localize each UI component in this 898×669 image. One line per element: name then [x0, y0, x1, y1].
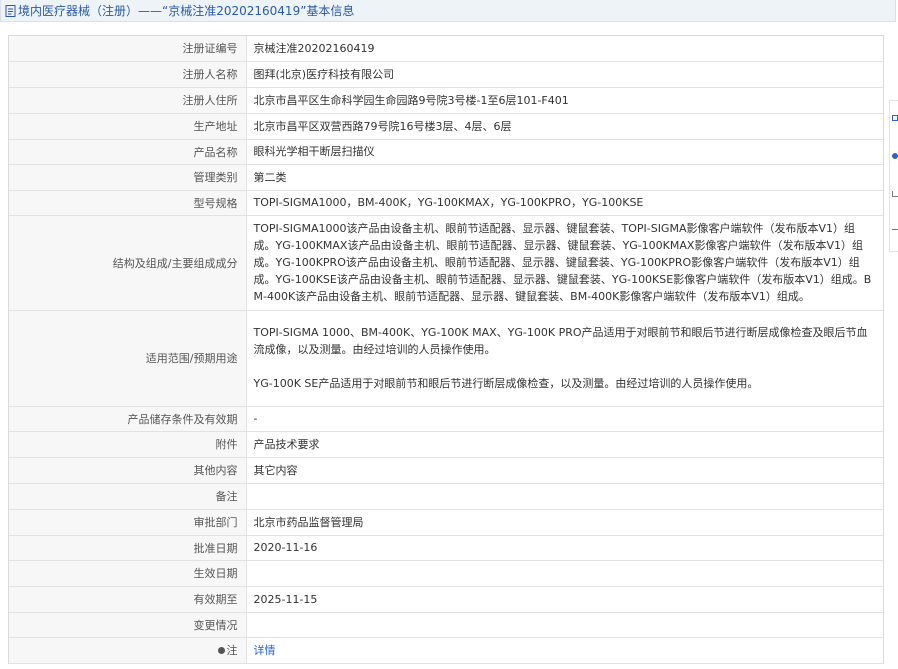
side-toolbar	[889, 100, 898, 252]
toolbar-angle-icon[interactable]	[892, 191, 898, 197]
table-row: 结构及组成/主要组成成分 TOPI-SIGMA1000该产品由设备主机、眼前节适…	[9, 214, 883, 311]
document-icon	[5, 2, 16, 24]
table-row: 批准日期 2020-11-16	[9, 534, 883, 561]
row-label: 备注	[9, 482, 247, 510]
row-value: TOPI-SIGMA1000该产品由设备主机、眼前节适配器、显示器、键鼠套装、T…	[245, 214, 883, 311]
row-value: 京械注准20202160419	[245, 36, 883, 62]
table-row: 审批部门 北京市药品监督管理局	[9, 508, 883, 536]
row-value: 其它内容	[245, 456, 883, 484]
row-value: 北京市昌平区双营西路79号院16号楼3层、4层、6层	[245, 112, 883, 140]
row-label: 其他内容	[9, 456, 247, 484]
row-value: -	[245, 405, 883, 432]
row-value: 北京市昌平区生命科学园生命园路9号院3号楼-1至6层101-F401	[245, 86, 883, 114]
row-value: 北京市药品监督管理局	[245, 508, 883, 536]
row-label: 适用范围/预期用途	[9, 309, 247, 407]
row-label: 生效日期	[9, 559, 247, 587]
row-value: 详情	[245, 636, 883, 664]
table-row: 管理类别 第二类	[9, 163, 883, 191]
row-label: 产品储存条件及有效期	[9, 405, 247, 432]
row-value: 第二类	[245, 163, 883, 191]
toolbar-square-icon[interactable]	[892, 115, 898, 121]
table-row: 注册人住所 北京市昌平区生命科学园生命园路9号院3号楼-1至6层101-F401	[9, 86, 883, 114]
row-label: 审批部门	[9, 508, 247, 536]
row-label: 变更情况	[9, 611, 247, 638]
row-value	[245, 482, 883, 510]
row-label: 附件	[9, 430, 247, 458]
table-row: 产品储存条件及有效期 -	[9, 405, 883, 432]
row-label: 注册人名称	[9, 60, 247, 88]
toolbar-line-icon[interactable]	[892, 229, 898, 235]
table-row: 备注	[9, 482, 883, 510]
row-label: 管理类别	[9, 163, 247, 191]
toolbar-circle-icon[interactable]	[892, 153, 898, 159]
table-row: 其他内容 其它内容	[9, 456, 883, 484]
table-row: 注册人名称 图拜(北京)医疗科技有限公司	[9, 60, 883, 88]
info-table: 注册证编号 京械注准20202160419 注册人名称 图拜(北京)医疗科技有限…	[9, 36, 883, 664]
info-panel: 注册证编号 京械注准20202160419 注册人名称 图拜(北京)医疗科技有限…	[8, 35, 884, 664]
row-label: 结构及组成/主要组成成分	[9, 214, 247, 311]
row-label: 有效期至	[9, 585, 247, 613]
table-row: 注册证编号 京械注准20202160419	[9, 36, 883, 62]
row-label-note: 注	[9, 636, 247, 664]
row-label: 型号规格	[9, 189, 247, 216]
table-row: 生产地址 北京市昌平区双营西路79号院16号楼3层、4层、6层	[9, 112, 883, 140]
row-value: 2020-11-16	[245, 534, 883, 561]
row-value: 产品技术要求	[245, 430, 883, 458]
table-row: 变更情况	[9, 611, 883, 638]
row-value: TOPI-SIGMA 1000、BM-400K、YG-100K MAX、YG-1…	[245, 309, 883, 407]
row-value: 图拜(北京)医疗科技有限公司	[245, 60, 883, 88]
table-row: 型号规格 TOPI-SIGMA1000，BM-400K，YG-100KMAX，Y…	[9, 189, 883, 216]
row-value: 2025-11-15	[245, 585, 883, 613]
row-value-paragraph: TOPI-SIGMA 1000、BM-400K、YG-100K MAX、YG-1…	[253, 326, 868, 356]
breadcrumb: 境内医疗器械（注册）——“京械注准20202160419”基本信息	[0, 0, 896, 22]
row-value: TOPI-SIGMA1000，BM-400K，YG-100KMAX，YG-100…	[245, 189, 883, 216]
pin-icon	[217, 647, 225, 654]
row-value	[245, 611, 883, 638]
row-value: 眼科光学相干断层扫描仪	[245, 138, 883, 165]
row-label: 注册证编号	[9, 36, 247, 62]
row-value	[245, 559, 883, 587]
table-row: 适用范围/预期用途 TOPI-SIGMA 1000、BM-400K、YG-100…	[9, 309, 883, 407]
breadcrumb-text: 境内医疗器械（注册）——“京械注准20202160419”基本信息	[18, 4, 355, 18]
table-row: 有效期至 2025-11-15	[9, 585, 883, 613]
table-row: 生效日期	[9, 559, 883, 587]
row-label: 产品名称	[9, 138, 247, 165]
row-label: 批准日期	[9, 534, 247, 561]
row-value-paragraph: YG-100K SE产品适用于对眼前节和眼后节进行断层成像检查，以及测量。由经过…	[253, 377, 759, 390]
table-row: 产品名称 眼科光学相干断层扫描仪	[9, 138, 883, 165]
details-link[interactable]: 详情	[254, 644, 276, 657]
row-label: 注册人住所	[9, 86, 247, 114]
table-row: 注 详情	[9, 636, 883, 664]
table-row: 附件 产品技术要求	[9, 430, 883, 458]
row-label: 注	[226, 644, 238, 657]
row-label: 生产地址	[9, 112, 247, 140]
